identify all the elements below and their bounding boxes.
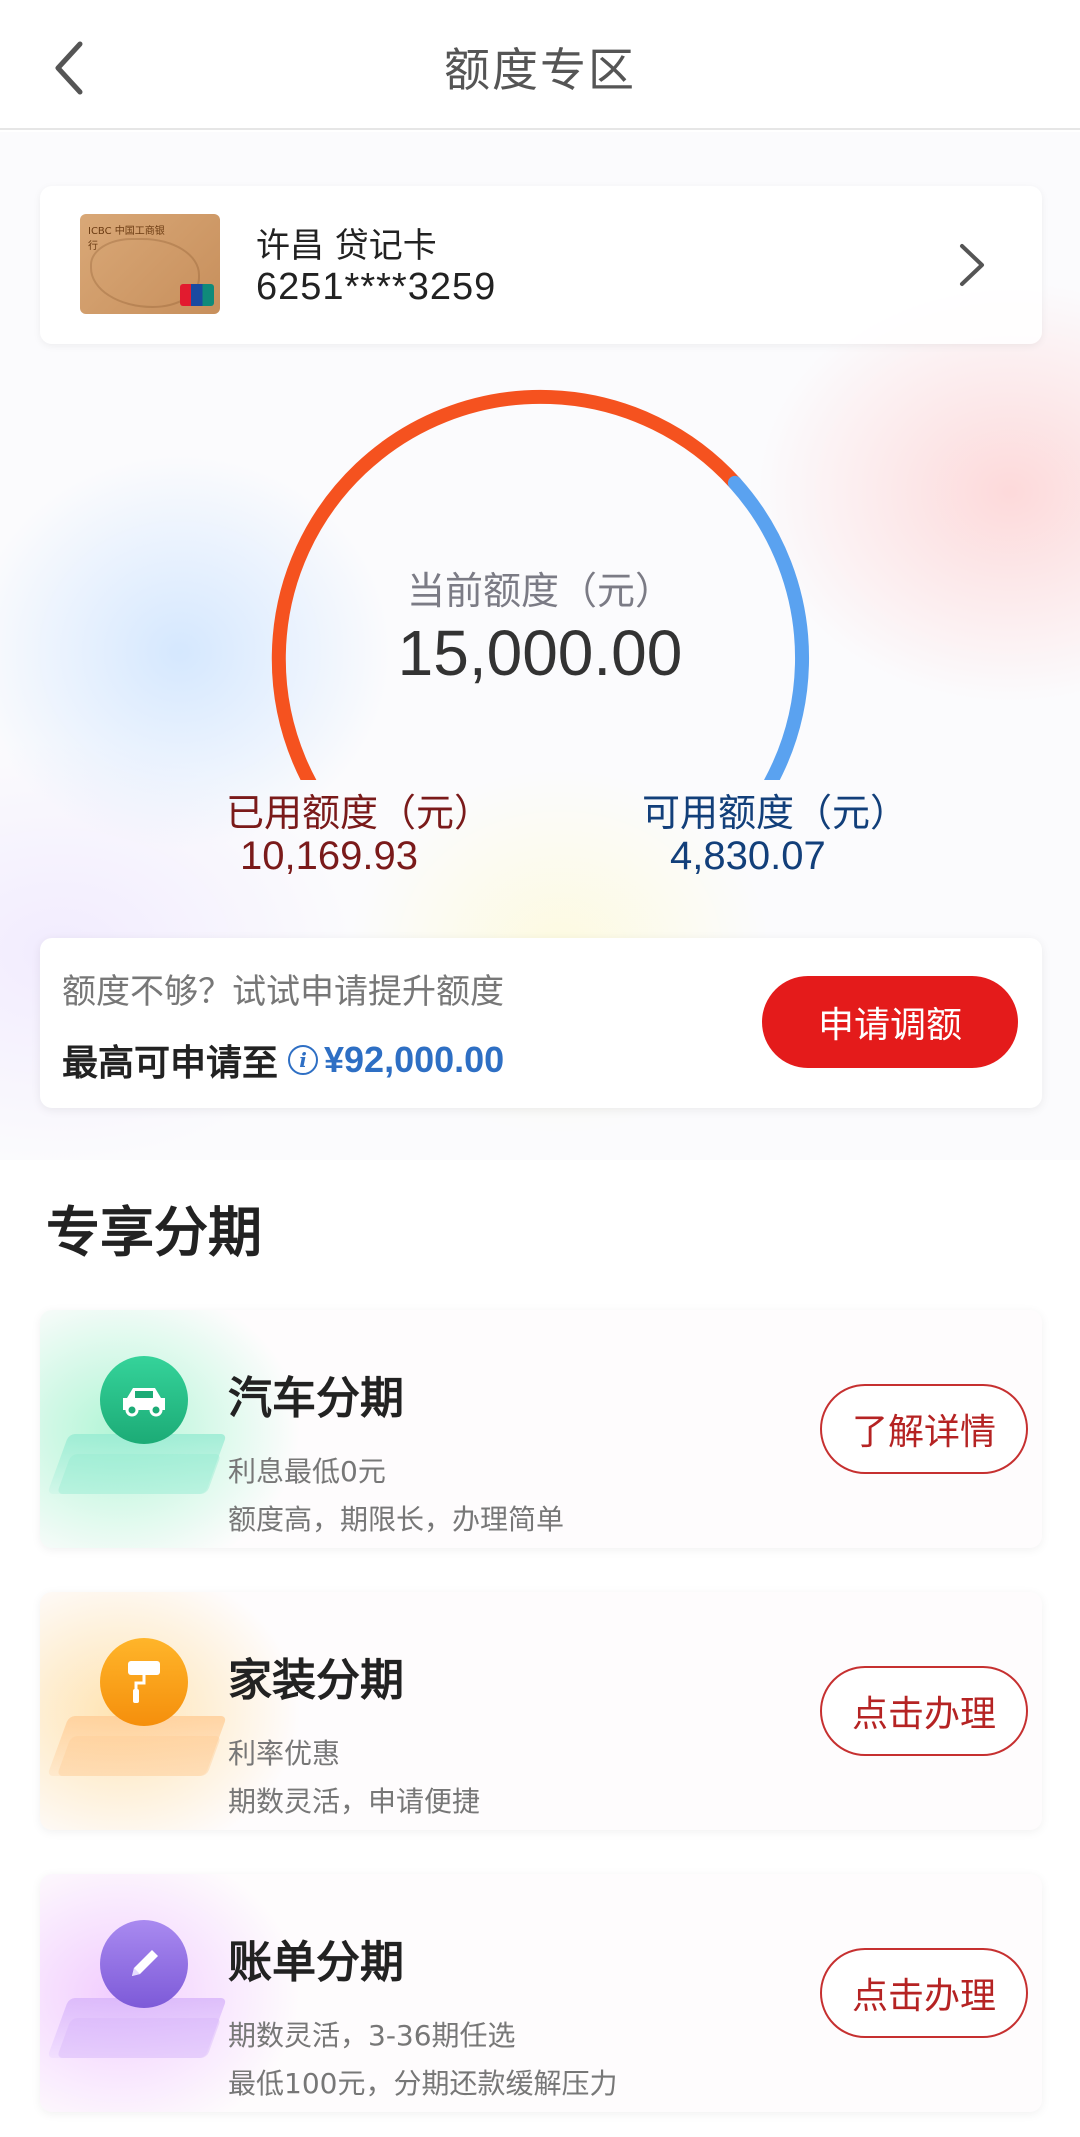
car-icon (100, 1356, 188, 1444)
pencil-icon (100, 1920, 188, 2008)
current-limit-value: 15,000.00 (397, 617, 683, 689)
item-title: 汽车分期 (228, 1373, 404, 1424)
used-limit-value: 10,169.93 (240, 834, 418, 878)
card-name: 许昌 贷记卡 (256, 226, 437, 266)
top-bar: 额度专区 (0, 0, 1080, 130)
item-subtitle-2: 期数灵活，申请便捷 (228, 1785, 481, 1818)
platform-graphic-shadow (56, 1736, 222, 1776)
list-item-car-installment[interactable]: 汽车分期 利息最低0元 额度高，期限长，办理简单 了解详情 (40, 1310, 1042, 1548)
section-title: 专享分期 (46, 1201, 262, 1264)
learn-more-button[interactable]: 了解详情 (820, 1384, 1028, 1474)
apply-adjust-button[interactable]: 申请调额 (762, 976, 1018, 1068)
apply-now-button[interactable]: 点击办理 (820, 1948, 1028, 2038)
available-limit-label: 可用额度（元） (642, 791, 909, 835)
card-number: 6251****3259 (256, 266, 497, 308)
page-title: 额度专区 (444, 43, 636, 97)
item-subtitle-2: 额度高，期限长，办理简单 (228, 1503, 565, 1536)
gauge-caption: 当前额度（元） (406, 569, 673, 613)
promo-question: 额度不够？试试申请提升额度 (62, 972, 504, 1012)
item-subtitle-1: 利息最低0元 (228, 1455, 386, 1488)
platform-graphic-shadow (56, 2018, 222, 2058)
platform-graphic-shadow (56, 1454, 222, 1494)
apply-now-button[interactable]: 点击办理 (820, 1666, 1028, 1756)
item-subtitle-1: 期数灵活，3-36期任选 (228, 2019, 516, 2052)
item-subtitle-2: 最低100元，分期还款缓解压力 (228, 2067, 618, 2100)
promo-max-line: 最高可申请至 i ¥92,000.00 (62, 1034, 504, 1086)
promo-max-amount: ¥92,000.00 (324, 1039, 505, 1080)
item-subtitle-1: 利率优惠 (228, 1737, 341, 1770)
item-title: 家装分期 (228, 1655, 404, 1706)
list-item-bill-installment[interactable]: 账单分期 期数灵活，3-36期任选 最低100元，分期还款缓解压力 点击办理 (40, 1874, 1042, 2112)
paint-roller-icon (100, 1638, 188, 1726)
unionpay-logo-icon (180, 284, 214, 306)
info-icon[interactable]: i (288, 1045, 319, 1075)
available-limit-value: 4,830.07 (670, 834, 826, 878)
promo-max-label: 最高可申请至 (62, 1043, 279, 1084)
card-image: ICBC 中国工商银行 (80, 214, 220, 314)
used-limit-label: 已用额度（元） (226, 791, 493, 835)
chevron-right-icon[interactable] (952, 240, 992, 290)
credit-card-selector[interactable]: ICBC 中国工商银行 许昌 贷记卡 6251****3259 (40, 186, 1042, 344)
item-title: 账单分期 (228, 1937, 404, 1988)
limit-increase-card: 额度不够？试试申请提升额度 最高可申请至 i ¥92,000.00 申请调额 (40, 938, 1042, 1108)
list-item-home-decor-installment[interactable]: 家装分期 利率优惠 期数灵活，申请便捷 点击办理 (40, 1592, 1042, 1830)
bank-logo: ICBC 中国工商银行 (88, 226, 165, 252)
